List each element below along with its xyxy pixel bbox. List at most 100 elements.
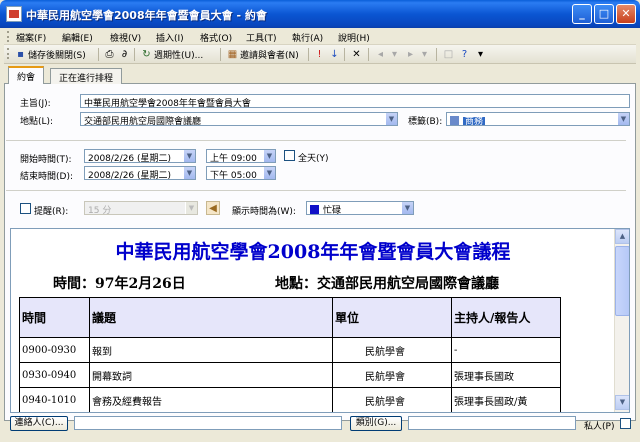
location-combobox[interactable]: 交通部民用航空局國際會議廳 ▼: [80, 112, 398, 126]
chevron-down-icon[interactable]: ▼: [263, 167, 275, 179]
categories-button[interactable]: 類別(G)...: [350, 416, 402, 431]
label-value: 商務: [463, 117, 486, 126]
previous-dropdown-icon[interactable]: ▾: [388, 48, 401, 61]
menu-edit[interactable]: 編輯(E): [62, 31, 93, 44]
contacts-field[interactable]: [74, 416, 342, 430]
contacts-button[interactable]: 連絡人(C)...: [10, 416, 68, 431]
reminder-sound-icon[interactable]: ◀: [206, 201, 220, 215]
tab-appointment[interactable]: 約會: [8, 66, 45, 85]
menu-view[interactable]: 檢視(V): [110, 31, 141, 44]
private-label: 私人(P): [584, 422, 615, 432]
end-time-picker[interactable]: 下午 05:00 ▼: [206, 166, 276, 180]
toolbar-separator: [344, 48, 345, 61]
menu-insert[interactable]: 插入(I): [156, 31, 184, 44]
menu-format[interactable]: 格式(O): [200, 31, 232, 44]
invite-attendees-button[interactable]: 邀請與會者(N): [240, 48, 299, 61]
show-time-as-dropdown[interactable]: 忙碌 ▼: [306, 201, 414, 215]
cell-unit: 民航學會: [332, 362, 452, 388]
cell-topic: 會務及經費報告: [89, 387, 333, 412]
chevron-down-icon[interactable]: ▼: [185, 202, 197, 214]
vertical-scrollbar[interactable]: ▲ ▼: [614, 229, 629, 412]
all-day-label: 全天(Y): [298, 154, 329, 164]
menu-bar: 檔案(F) 編輯(E) 檢視(V) 插入(I) 格式(O) 工具(T) 執行(A…: [4, 28, 636, 45]
reminder-dropdown[interactable]: 15 分 ▼: [84, 201, 198, 215]
cell-topic: 報到: [89, 337, 333, 363]
minimize-button[interactable]: _: [572, 4, 592, 24]
end-time-label: 結束時間(D):: [20, 172, 73, 182]
delete-icon[interactable]: ✕: [350, 48, 363, 61]
attach-icon[interactable]: ∂: [118, 48, 131, 61]
reminder-value: 15 分: [88, 206, 112, 215]
notes-body[interactable]: 中華民用航空學會2008年年會暨會員大會議程 時間：97年2月26日 地點：交通…: [10, 228, 630, 413]
start-time-picker[interactable]: 上午 09:00 ▼: [206, 149, 276, 163]
reminder-checkbox[interactable]: [20, 203, 31, 214]
next-dropdown-icon[interactable]: ▾: [418, 48, 431, 61]
cell-host: 張理事長國政/黃: [451, 387, 561, 412]
save-icon: ▪: [17, 49, 24, 60]
scroll-up-icon[interactable]: ▲: [615, 229, 629, 244]
next-item-icon[interactable]: ▸: [404, 48, 417, 61]
invite-icon: ▦: [227, 49, 238, 60]
help-icon[interactable]: ?: [458, 48, 471, 61]
column-header-topic: 議題: [89, 297, 333, 338]
low-importance-icon[interactable]: ↓: [328, 48, 341, 61]
title-bar: 中華民用航空學會2008年年會暨會員大會 - 約會 _ □ ✕: [0, 0, 640, 28]
column-header-unit: 單位: [332, 297, 452, 338]
close-window-icon[interactable]: □: [442, 48, 455, 61]
table-row: 0900-0930 報到 民航學會 -: [19, 337, 561, 363]
toolbar-separator: [220, 48, 221, 61]
show-time-as-value: 忙碌: [323, 206, 342, 215]
subject-label: 主旨(J):: [20, 99, 51, 109]
chevron-down-icon[interactable]: ▼: [183, 150, 195, 162]
private-checkbox[interactable]: [620, 418, 631, 429]
toolbar-options-icon[interactable]: ▾: [474, 48, 487, 61]
busy-color-swatch: [310, 205, 319, 214]
agenda-date: 時間：97年2月26日: [53, 276, 186, 292]
chevron-down-icon[interactable]: ▼: [401, 202, 413, 214]
toolbar-separator: [134, 48, 135, 61]
label-dropdown[interactable]: 商務 ▼: [446, 112, 630, 126]
recurrence-button[interactable]: 週期性(U)...: [154, 48, 203, 61]
subject-input[interactable]: 中華民用航空學會2008年年會暨會員大會: [80, 94, 630, 108]
toolbar-separator: [436, 48, 437, 61]
start-date-picker[interactable]: 2008/2/26 (星期二) ▼: [84, 149, 196, 163]
standard-toolbar: ▪ 儲存後關閉(S) ⎙ ∂ ↻ 週期性(U)... ▦ 邀請與會者(N) ! …: [4, 45, 636, 64]
toolbar-grip: [7, 48, 10, 59]
menu-actions[interactable]: 執行(A): [292, 31, 323, 44]
toolbar-separator: [368, 48, 369, 61]
cell-time: 0930-0940: [19, 362, 90, 388]
end-date-picker[interactable]: 2008/2/26 (星期二) ▼: [84, 166, 196, 180]
column-header-time: 時間: [19, 297, 90, 338]
menu-help[interactable]: 說明(H): [338, 31, 370, 44]
start-date-value: 2008/2/26 (星期二): [88, 154, 172, 163]
menu-grip: [7, 31, 10, 42]
close-button[interactable]: ✕: [616, 4, 636, 24]
chevron-down-icon[interactable]: ▼: [385, 113, 397, 125]
high-importance-icon[interactable]: !: [313, 48, 326, 61]
maximize-button[interactable]: □: [594, 4, 614, 24]
divider: [6, 190, 626, 191]
show-time-as-label: 顯示時間為(W):: [232, 207, 296, 217]
save-close-button[interactable]: 儲存後關閉(S): [28, 48, 86, 61]
categories-field[interactable]: [408, 416, 576, 430]
tab-scheduling[interactable]: 正在進行排程: [50, 68, 123, 84]
label-label: 標籤(B):: [408, 117, 443, 127]
reminder-label: 提醒(R):: [34, 207, 69, 217]
cell-time: 0900-0930: [19, 337, 90, 363]
chevron-down-icon[interactable]: ▼: [183, 167, 195, 179]
toolbar-separator: [98, 48, 99, 61]
scroll-down-icon[interactable]: ▼: [615, 395, 629, 410]
menu-tools[interactable]: 工具(T): [246, 31, 277, 44]
divider: [6, 140, 626, 141]
cell-unit: 民航學會: [332, 387, 452, 412]
appointment-icon: [6, 6, 22, 22]
chevron-down-icon[interactable]: ▼: [263, 150, 275, 162]
scroll-thumb[interactable]: [615, 246, 629, 316]
toolbar-separator: [308, 48, 309, 61]
previous-item-icon[interactable]: ◂: [374, 48, 387, 61]
all-day-checkbox[interactable]: [284, 150, 295, 161]
column-header-host: 主持人/報告人: [451, 297, 561, 338]
print-icon[interactable]: ⎙: [103, 48, 116, 61]
menu-file[interactable]: 檔案(F): [16, 31, 46, 44]
chevron-down-icon[interactable]: ▼: [617, 113, 629, 125]
